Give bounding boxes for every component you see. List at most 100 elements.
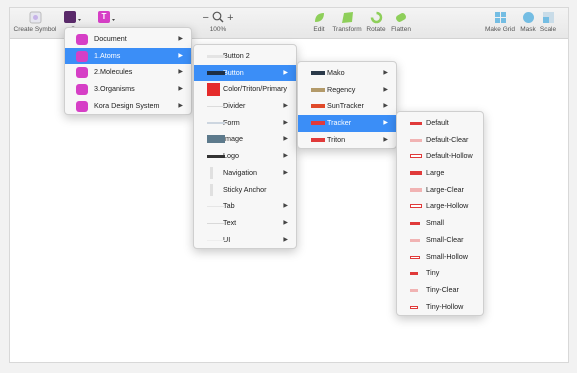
button-thumbnail [410, 138, 422, 142]
chevron-right-icon: ▶ [283, 169, 288, 176]
text-tool-dropdown[interactable]: T [97, 11, 119, 26]
symbol-thumbnail [207, 239, 225, 241]
menu-item-kora-design-system[interactable]: Kora Design System ▶ [65, 98, 191, 115]
color-swatch [207, 83, 220, 97]
symbol-icon [63, 11, 83, 24]
button-thumbnail [410, 305, 418, 309]
menu-item-image[interactable]: Image ▶ [194, 131, 296, 148]
menu-item-sticky-anchor[interactable]: Sticky Anchor [194, 182, 296, 199]
menu-item-form[interactable]: Form ▶ [194, 115, 296, 132]
button-thumbnail [410, 171, 422, 176]
menu-item-small-clear[interactable]: Small-Clear [397, 232, 483, 249]
chevron-right-icon: ▶ [283, 219, 288, 226]
button-thumbnail [410, 222, 420, 226]
symbol-thumbnail [207, 106, 225, 108]
symbol-thumbnail [207, 55, 225, 58]
chevron-right-icon: ▶ [283, 236, 288, 243]
menu-item-color-triton-primary[interactable]: Color/Triton/Primary [194, 81, 296, 98]
create-symbol-icon [12, 11, 58, 24]
menu-item-atoms[interactable]: 1.Atoms ▶ [65, 47, 191, 65]
chevron-right-icon: ▶ [283, 153, 288, 160]
symbol-thumbnail [210, 183, 213, 196]
menu-item-molecules[interactable]: 2.Molecules ▶ [65, 64, 191, 81]
menu-item-mako[interactable]: Mako ▶ [298, 65, 396, 82]
chevron-right-icon: ▶ [178, 102, 183, 109]
edit-button[interactable]: Edit [308, 11, 330, 33]
zoom-control[interactable]: − + 100% [198, 11, 238, 33]
flatten-button[interactable]: Flatten [389, 11, 413, 33]
zoom-out-button[interactable]: − [203, 12, 209, 24]
menu-item-regency[interactable]: Regency ▶ [298, 82, 396, 99]
tracker-submenu: Default Default-Clear Default-Hollow Lar… [396, 111, 484, 316]
menu-item-tracker[interactable]: Tracker ▶ [298, 115, 396, 132]
menu-item-divider[interactable]: Divider ▶ [194, 98, 296, 115]
symbol-folder-icon [76, 50, 88, 62]
menu-item-navigation[interactable]: Navigation ▶ [194, 165, 296, 182]
zoom-in-button[interactable]: + [227, 12, 233, 24]
menu-item-tiny-clear[interactable]: Tiny-Clear [397, 282, 483, 299]
scale-button[interactable]: Scale [538, 11, 558, 33]
menu-item-default[interactable]: Default [397, 115, 483, 132]
scale-icon [538, 11, 558, 24]
button-thumbnail [311, 104, 325, 109]
grid-icon [484, 11, 516, 24]
chevron-right-icon: ▶ [283, 203, 288, 210]
menu-item-button-2[interactable]: Button 2 [194, 48, 296, 65]
menu-item-text[interactable]: Text ▶ [194, 215, 296, 232]
transform-button[interactable]: Transform [331, 11, 363, 33]
zoom-value: 100% [209, 26, 227, 33]
flatten-icon [389, 11, 413, 24]
chevron-right-icon: ▶ [283, 119, 288, 126]
menu-item-tiny-hollow[interactable]: Tiny-Hollow [397, 299, 483, 316]
button-thumbnail [410, 272, 418, 276]
button-thumbnail [410, 122, 422, 125]
chevron-right-icon: ▶ [283, 69, 288, 76]
menu-item-document[interactable]: Document ▶ [65, 31, 191, 48]
button-thumbnail [311, 121, 325, 126]
mask-button[interactable]: Mask [518, 11, 538, 33]
menu-item-organisms[interactable]: 3.Organisms ▶ [65, 81, 191, 98]
chevron-right-icon: ▶ [383, 103, 388, 110]
create-symbol-button[interactable]: Create Symbol [12, 11, 58, 33]
symbol-thumbnail [207, 222, 225, 224]
button-thumbnail [410, 255, 420, 259]
button-thumbnail [311, 71, 325, 75]
symbol-folder-icon [76, 34, 88, 45]
symbol-thumbnail [207, 70, 225, 75]
menu-item-ui[interactable]: UI ▶ [194, 232, 296, 249]
rotate-button[interactable]: Rotate [363, 11, 389, 33]
menu-item-large-hollow[interactable]: Large-Hollow [397, 198, 483, 215]
chevron-right-icon: ▶ [283, 136, 288, 143]
menu-item-tiny[interactable]: Tiny [397, 265, 483, 282]
chevron-right-icon: ▶ [383, 120, 388, 127]
image-thumbnail [207, 135, 225, 144]
button-thumbnail [410, 204, 422, 209]
symbol-folder-icon [76, 67, 88, 79]
zoom-icon [212, 11, 227, 24]
menu-item-default-hollow[interactable]: Default-Hollow [397, 148, 483, 165]
menu-item-small-hollow[interactable]: Small-Hollow [397, 249, 483, 266]
mask-icon [518, 11, 538, 24]
rotate-icon [363, 11, 389, 24]
chevron-right-icon: ▶ [178, 36, 183, 42]
button-submenu: Mako ▶ Regency ▶ SunTracker ▶ Tracker ▶ Trit… [297, 61, 397, 149]
menu-item-small[interactable]: Small [397, 215, 483, 232]
menu-item-default-clear[interactable]: Default-Clear [397, 132, 483, 149]
menu-item-triton[interactable]: Triton ▶ [298, 132, 396, 149]
logo-thumbnail [207, 155, 225, 159]
make-grid-button[interactable]: Make Grid [484, 11, 516, 33]
menu-item-suntracker[interactable]: SunTracker ▶ [298, 98, 396, 115]
edit-icon [308, 11, 330, 24]
menu-item-large[interactable]: Large [397, 165, 483, 182]
menu-item-logo[interactable]: Logo ▶ [194, 148, 296, 165]
chevron-right-icon: ▶ [383, 136, 388, 143]
button-thumbnail [410, 288, 418, 292]
button-thumbnail [311, 87, 325, 92]
insert-menu: Document ▶ 1.Atoms ▶ 2.Molecules ▶ 3.Organi… [64, 27, 192, 115]
menu-item-button[interactable]: Button ▶ [194, 64, 296, 82]
menu-item-tab[interactable]: Tab ▶ [194, 198, 296, 215]
chevron-right-icon: ▶ [283, 103, 288, 110]
menu-item-large-clear[interactable]: Large-Clear [397, 182, 483, 199]
button-thumbnail [410, 238, 420, 242]
button-thumbnail [410, 187, 422, 192]
